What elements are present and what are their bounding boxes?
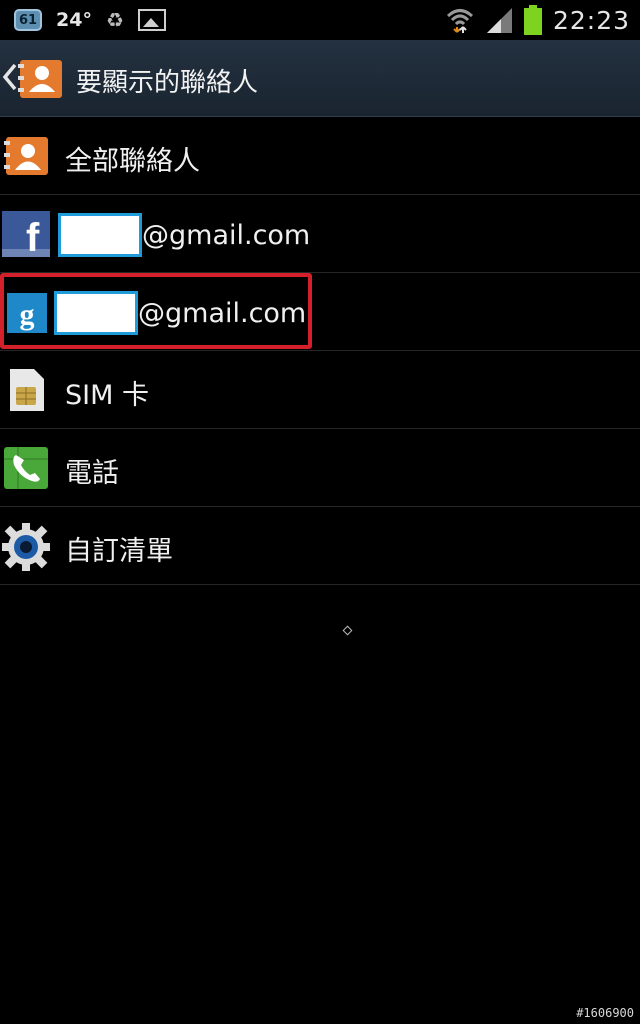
recycle-icon: ♻ bbox=[105, 8, 124, 32]
contacts-icon bbox=[4, 137, 48, 175]
gear-icon bbox=[2, 523, 50, 571]
pointer-dot bbox=[342, 625, 353, 636]
sim-card-icon bbox=[10, 369, 44, 411]
list-item-label: 自訂清單 bbox=[65, 536, 173, 567]
highlight-box bbox=[0, 273, 312, 349]
contacts-source-list: 全部聯絡人 f @gmail.com g @gmail.com SIM 卡 電話… bbox=[0, 117, 640, 585]
list-item-all-contacts[interactable]: 全部聯絡人 bbox=[0, 117, 640, 195]
action-bar: 要顯示的聯絡人 bbox=[0, 40, 640, 117]
list-item-label: 電話 bbox=[65, 458, 119, 489]
clock: 22:23 bbox=[552, 5, 630, 35]
list-item-phone[interactable]: 電話 bbox=[0, 429, 640, 507]
contacts-icon[interactable] bbox=[18, 58, 64, 100]
list-item-label: 全部聯絡人 bbox=[65, 146, 200, 177]
signal-icon bbox=[486, 8, 512, 33]
back-icon[interactable] bbox=[2, 62, 18, 92]
redacted-box bbox=[58, 213, 142, 257]
status-bar: 61 24° ♻ 22:23 bbox=[0, 0, 640, 40]
notification-badge: 61 bbox=[14, 9, 42, 31]
account-email: @gmail.com bbox=[58, 212, 310, 258]
list-item-sim-card[interactable]: SIM 卡 bbox=[0, 351, 640, 429]
phone-icon bbox=[4, 447, 48, 489]
battery-icon bbox=[523, 5, 542, 35]
list-item-label: SIM 卡 bbox=[65, 380, 149, 411]
svg-text:f: f bbox=[26, 216, 40, 259]
status-left: 61 24° ♻ bbox=[14, 6, 166, 34]
watermark: #1606900 bbox=[576, 1006, 634, 1020]
facebook-icon: f bbox=[2, 211, 50, 259]
status-right: 22:23 bbox=[445, 4, 630, 36]
image-icon bbox=[137, 9, 166, 31]
page-title: 要顯示的聯絡人 bbox=[76, 68, 259, 98]
temperature: 24° bbox=[56, 9, 92, 31]
list-item-facebook-account[interactable]: f @gmail.com bbox=[0, 195, 640, 273]
account-email-domain: @gmail.com bbox=[142, 219, 311, 251]
list-item-custom-list[interactable]: 自訂清單 bbox=[0, 507, 640, 585]
wifi-icon bbox=[446, 9, 473, 33]
